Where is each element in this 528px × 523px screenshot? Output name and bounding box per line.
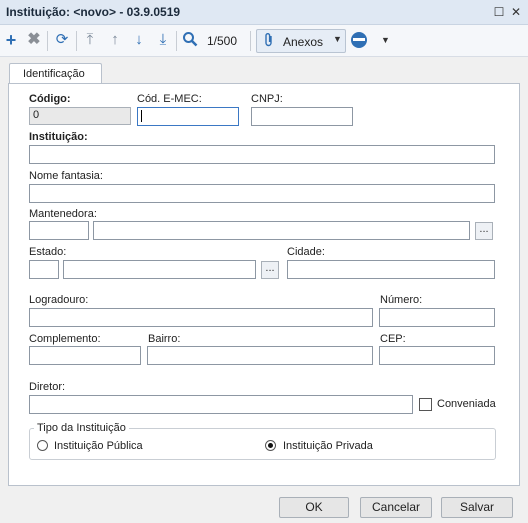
toolbar-separator bbox=[76, 31, 77, 51]
diretor-label: Diretor: bbox=[29, 381, 66, 393]
attachments-button[interactable]: Anexos ▼ bbox=[256, 29, 346, 53]
estado-lookup-button[interactable]: ... bbox=[261, 261, 279, 279]
estado-name-field[interactable] bbox=[63, 260, 256, 279]
codigo-field[interactable]: 0 bbox=[29, 107, 131, 125]
toolbar-separator bbox=[250, 31, 251, 51]
attachments-label: Anexos bbox=[283, 35, 324, 49]
tab-label: Identificação bbox=[23, 68, 85, 80]
cep-field[interactable] bbox=[379, 346, 495, 365]
save-button[interactable]: Salvar bbox=[441, 497, 513, 518]
logradouro-field[interactable] bbox=[29, 308, 373, 327]
bairro-field[interactable] bbox=[147, 346, 373, 365]
instituicao-field[interactable] bbox=[29, 145, 495, 164]
mantenedora-code-field[interactable] bbox=[29, 221, 89, 240]
logradouro-label: Logradouro: bbox=[29, 294, 89, 306]
last-record-icon[interactable]: ⤓ bbox=[154, 31, 172, 49]
diretor-field[interactable] bbox=[29, 395, 413, 414]
conveniada-checkbox[interactable] bbox=[419, 398, 432, 411]
cnpj-field[interactable] bbox=[251, 107, 353, 126]
conveniada-label: Conveniada bbox=[437, 398, 496, 410]
search-icon[interactable] bbox=[181, 31, 199, 49]
next-record-icon[interactable]: ↓ bbox=[130, 31, 148, 49]
tab-identificacao[interactable]: Identificação bbox=[9, 63, 102, 85]
radio-instituicao-publica[interactable] bbox=[37, 440, 48, 451]
cidade-field[interactable] bbox=[287, 260, 495, 279]
numero-field[interactable] bbox=[379, 308, 495, 327]
close-icon[interactable]: ✕ bbox=[508, 4, 524, 20]
window-title: Instituição: <novo> - 03.9.0519 bbox=[6, 5, 181, 19]
paperclip-icon bbox=[263, 32, 275, 51]
delete-icon[interactable]: ✖ bbox=[25, 31, 43, 49]
text-caret bbox=[141, 110, 142, 122]
bairro-label: Bairro: bbox=[148, 333, 181, 345]
cnpj-label: CNPJ: bbox=[251, 93, 283, 105]
window-titlebar: Instituição: <novo> - 03.9.0519 ☐ ✕ bbox=[0, 0, 528, 25]
radio-instituicao-privada[interactable] bbox=[265, 440, 276, 451]
tipo-instituicao-label: Tipo da Instituição bbox=[34, 422, 129, 434]
ok-button[interactable]: OK bbox=[279, 497, 349, 518]
cod-emec-label: Cód. E-MEC: bbox=[137, 93, 202, 105]
chevron-down-icon[interactable]: ▼ bbox=[381, 35, 390, 45]
chevron-down-icon[interactable]: ▼ bbox=[333, 34, 342, 44]
instituicao-publica-label: Instituição Pública bbox=[54, 440, 143, 452]
add-icon[interactable]: + bbox=[2, 31, 20, 49]
cidade-label: Cidade: bbox=[287, 246, 325, 258]
instituicao-privada-label: Instituição Privada bbox=[283, 440, 373, 452]
mantenedora-label: Mantenedora: bbox=[29, 208, 97, 220]
previous-record-icon[interactable]: ↑ bbox=[106, 31, 124, 49]
refresh-icon[interactable]: ⟳ bbox=[53, 31, 71, 49]
complemento-field[interactable] bbox=[29, 346, 141, 365]
toolbar-separator bbox=[176, 31, 177, 51]
toolbar: + ✖ ⟳ ⤒ ↑ ↓ ⤓ 1/500 Anexos ▼ ▼ bbox=[0, 25, 528, 57]
more-actions-icon[interactable] bbox=[351, 32, 367, 48]
codigo-label: Código: bbox=[29, 93, 71, 105]
nome-fantasia-label: Nome fantasia: bbox=[29, 170, 103, 182]
toolbar-separator bbox=[47, 31, 48, 51]
cep-label: CEP: bbox=[380, 333, 406, 345]
mantenedora-name-field[interactable] bbox=[93, 221, 470, 240]
estado-label: Estado: bbox=[29, 246, 67, 258]
nome-fantasia-field[interactable] bbox=[29, 184, 495, 203]
estado-code-field[interactable] bbox=[29, 260, 59, 279]
numero-label: Número: bbox=[380, 294, 423, 306]
maximize-icon[interactable]: ☐ bbox=[491, 4, 507, 20]
first-record-icon[interactable]: ⤒ bbox=[81, 31, 99, 49]
mantenedora-lookup-button[interactable]: ... bbox=[475, 222, 493, 240]
instituicao-label: Instituição: bbox=[29, 131, 88, 143]
record-counter: 1/500 bbox=[207, 34, 238, 48]
complemento-label: Complemento: bbox=[29, 333, 101, 345]
cod-emec-field[interactable] bbox=[137, 107, 239, 126]
cancel-button[interactable]: Cancelar bbox=[360, 497, 432, 518]
